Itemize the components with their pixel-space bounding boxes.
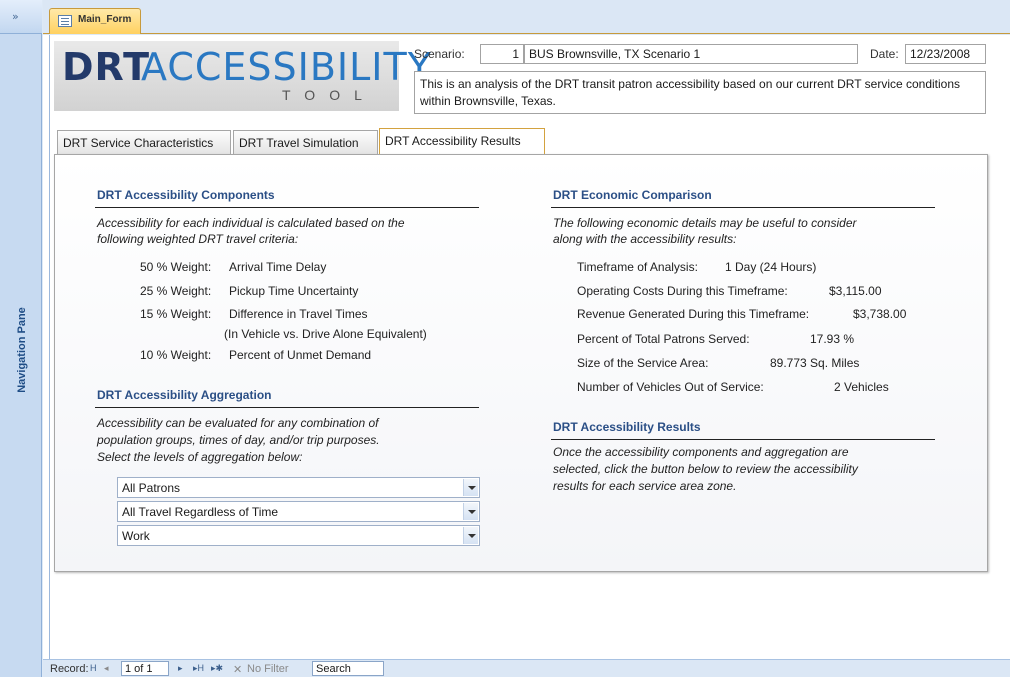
aggregation-text-1: Accessibility can be evaluated for any c… <box>97 416 379 430</box>
scenario-label: Scenario: <box>414 47 465 61</box>
logo-tool: TOOL <box>282 87 376 103</box>
components-intro-1: Accessibility for each individual is cal… <box>97 216 405 230</box>
vehicles-out-label: Number of Vehicles Out of Service: <box>577 380 764 394</box>
form-record-selector <box>49 35 50 659</box>
components-intro-2: following weighted DRT travel criteria: <box>97 232 299 246</box>
economic-title: DRT Economic Comparison <box>553 188 712 202</box>
economic-intro-2: along with the accessibility results: <box>553 232 737 246</box>
service-area-value: 89.773 Sq. Miles <box>770 356 860 370</box>
double-chevron-icon: » <box>12 10 19 23</box>
tab-accessibility-results[interactable]: DRT Accessibility Results <box>379 128 545 155</box>
components-title: DRT Accessibility Components <box>97 188 275 202</box>
date-field[interactable]: 12/23/2008 <box>905 44 986 64</box>
chevron-down-icon[interactable] <box>463 479 478 496</box>
results-divider <box>551 439 935 440</box>
patrons-served-label: Percent of Total Patrons Served: <box>577 332 750 346</box>
logo-accessibility: ACCESSIBILITY <box>141 45 432 89</box>
scenario-description-field[interactable]: This is an analysis of the DRT transit p… <box>414 71 986 114</box>
tab-travel-simulation[interactable]: DRT Travel Simulation <box>233 130 378 154</box>
search-input[interactable]: Search <box>312 661 384 676</box>
filter-icon: ✕ <box>233 664 243 676</box>
operating-costs-label: Operating Costs During this Timeframe: <box>577 284 788 298</box>
aggregation-text-3: Select the levels of aggregation below: <box>97 450 303 464</box>
last-record-icon[interactable]: ▸H <box>193 663 204 674</box>
new-record-icon[interactable]: ▸✱ <box>211 663 223 674</box>
next-record-icon[interactable]: ▸ <box>178 663 183 674</box>
results-text-3: results for each service area zone. <box>553 479 737 493</box>
no-filter-button[interactable]: No Filter <box>247 663 289 675</box>
patrons-served-value: 17.93 % <box>810 332 855 346</box>
components-divider <box>95 207 479 208</box>
weight-3-value: 15 % Weight: <box>140 307 212 321</box>
aggregation-divider <box>95 407 479 408</box>
weight-1-value: 50 % Weight: <box>140 260 212 274</box>
record-label: Record: <box>50 663 89 675</box>
weight-2-value: 25 % Weight: <box>140 284 212 298</box>
previous-record-icon[interactable]: ◂ <box>104 663 109 674</box>
results-title: DRT Accessibility Results <box>553 420 701 434</box>
weight-4-value: 10 % Weight: <box>140 348 212 362</box>
document-tab-bar: Main_Form <box>43 0 1010 34</box>
scenario-number-field[interactable]: 1 <box>480 44 524 64</box>
navigation-pane: » Navigation Pane <box>0 0 42 677</box>
first-record-icon[interactable]: H <box>90 663 97 673</box>
date-label: Date: <box>870 47 899 61</box>
economic-intro-1: The following economic details may be us… <box>553 216 857 230</box>
logo-drt: DRT <box>62 45 151 89</box>
trip-purpose-select[interactable]: Work <box>117 525 480 546</box>
aggregation-title: DRT Accessibility Aggregation <box>97 388 272 402</box>
form-icon <box>58 15 72 27</box>
navigation-pane-bar[interactable]: Navigation Pane <box>12 290 32 410</box>
time-of-day-value: All Travel Regardless of Time <box>122 505 279 519</box>
revenue-label: Revenue Generated During this Timeframe: <box>577 307 810 321</box>
weight-1-criterion: Arrival Time Delay <box>229 260 327 274</box>
time-of-day-select[interactable]: All Travel Regardless of Time <box>117 501 480 522</box>
population-group-value: All Patrons <box>122 481 181 495</box>
drt-logo: DRT ACCESSIBILITY TOOL <box>54 41 431 111</box>
results-text-2: selected, click the button below to revi… <box>553 462 858 476</box>
timeframe-label: Timeframe of Analysis: <box>577 260 698 274</box>
timeframe-value: 1 Day (24 Hours) <box>725 260 817 274</box>
aggregation-text-2: population groups, times of day, and/or … <box>97 433 380 447</box>
vehicles-out-value: 2 Vehicles <box>834 380 889 394</box>
tab-main-form[interactable]: Main_Form <box>49 8 141 34</box>
results-text-1: Once the accessibility components and ag… <box>553 445 849 459</box>
tab-main-form-label: Main_Form <box>78 14 132 25</box>
nav-pane-toggle-button[interactable]: » <box>0 0 42 34</box>
weight-4-criterion: Percent of Unmet Demand <box>229 348 372 362</box>
chevron-down-icon[interactable] <box>463 503 478 520</box>
current-record-field[interactable]: 1 of 1 <box>121 661 169 676</box>
chevron-down-icon[interactable] <box>463 527 478 544</box>
trip-purpose-value: Work <box>122 529 150 543</box>
tab-service-characteristics[interactable]: DRT Service Characteristics <box>57 130 231 154</box>
revenue-value: $3,738.00 <box>853 307 907 321</box>
weight-3-note: (In Vehicle vs. Drive Alone Equivalent) <box>224 327 427 341</box>
economic-divider <box>551 207 935 208</box>
record-navigation-bar: Record: H ◂ 1 of 1 ▸ ▸H ▸✱ ✕ No Filter S… <box>43 659 1010 677</box>
operating-costs-value: $3,115.00 <box>829 284 882 298</box>
weight-2-criterion: Pickup Time Uncertainty <box>229 284 359 298</box>
service-area-label: Size of the Service Area: <box>577 356 709 370</box>
weight-3-criterion: Difference in Travel Times <box>229 307 368 321</box>
scenario-name-field[interactable]: BUS Brownsville, TX Scenario 1 <box>524 44 858 64</box>
population-group-select[interactable]: All Patrons <box>117 477 480 498</box>
navigation-pane-label: Navigation Pane <box>16 307 28 393</box>
